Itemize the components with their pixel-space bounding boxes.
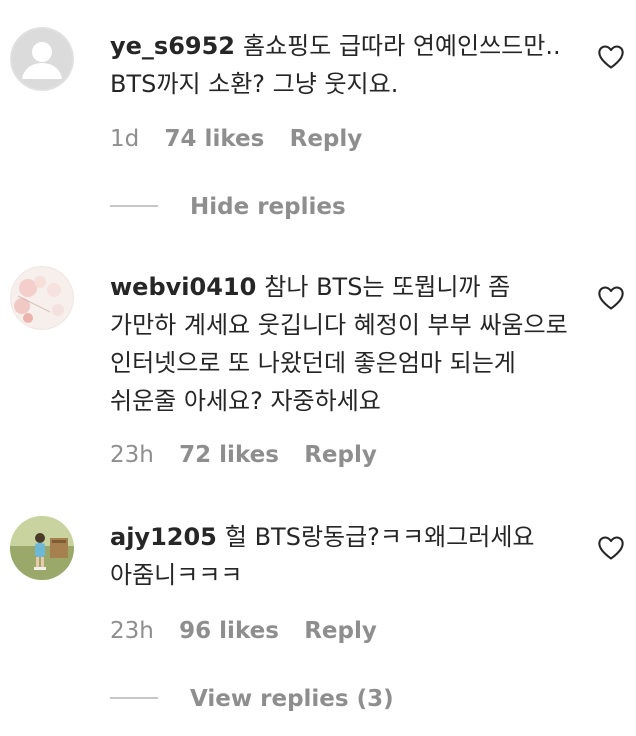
- avatar[interactable]: [10, 266, 74, 330]
- like-heart-icon[interactable]: [597, 285, 625, 311]
- comment-time: 1d: [110, 126, 140, 152]
- default-avatar-icon: [10, 27, 74, 91]
- divider-line: [110, 204, 158, 207]
- child-photo-avatar-icon: [10, 516, 74, 580]
- flower-avatar-icon: [10, 266, 74, 330]
- comment-username[interactable]: ajy1205: [110, 523, 217, 551]
- view-replies-label: View replies (3): [190, 686, 394, 712]
- comment-meta: 23h 72 likes Reply: [110, 442, 377, 468]
- comment-time: 23h: [110, 618, 154, 644]
- reply-button[interactable]: Reply: [304, 618, 377, 644]
- comment-meta: 23h 96 likes Reply: [110, 618, 377, 644]
- comment-likes[interactable]: 72 likes: [179, 442, 279, 468]
- reply-button[interactable]: Reply: [304, 442, 377, 468]
- comment-likes[interactable]: 96 likes: [179, 618, 279, 644]
- hide-replies-button[interactable]: Hide replies: [110, 194, 346, 220]
- comment-username[interactable]: webvi0410: [110, 273, 256, 301]
- comment-likes[interactable]: 74 likes: [165, 126, 265, 152]
- comment-text-block: ye_s6952 홈쇼핑도 급따라 연예인쓰드만.. BTS까지 소환? 그냥 웃…: [110, 27, 570, 103]
- hide-replies-label: Hide replies: [190, 194, 346, 220]
- avatar[interactable]: [10, 27, 74, 91]
- like-heart-icon[interactable]: [597, 535, 625, 561]
- comment-text-block: webvi0410 참나 BTS는 또뭡니까 좀 가만하 계세요 웃깁니다 혜정이…: [110, 268, 570, 420]
- divider-line: [110, 696, 158, 699]
- comment-text-block: ajy1205 헐 BTS랑동급?ㅋㅋ왜그러세요 아줌니ㅋㅋㅋ: [110, 518, 570, 594]
- avatar[interactable]: [10, 516, 74, 580]
- comment-username[interactable]: ye_s6952: [110, 32, 235, 60]
- comment-time: 23h: [110, 442, 154, 468]
- like-heart-icon[interactable]: [597, 44, 625, 70]
- comment-meta: 1d 74 likes Reply: [110, 126, 362, 152]
- reply-button[interactable]: Reply: [290, 126, 363, 152]
- view-replies-button[interactable]: View replies (3): [110, 686, 394, 712]
